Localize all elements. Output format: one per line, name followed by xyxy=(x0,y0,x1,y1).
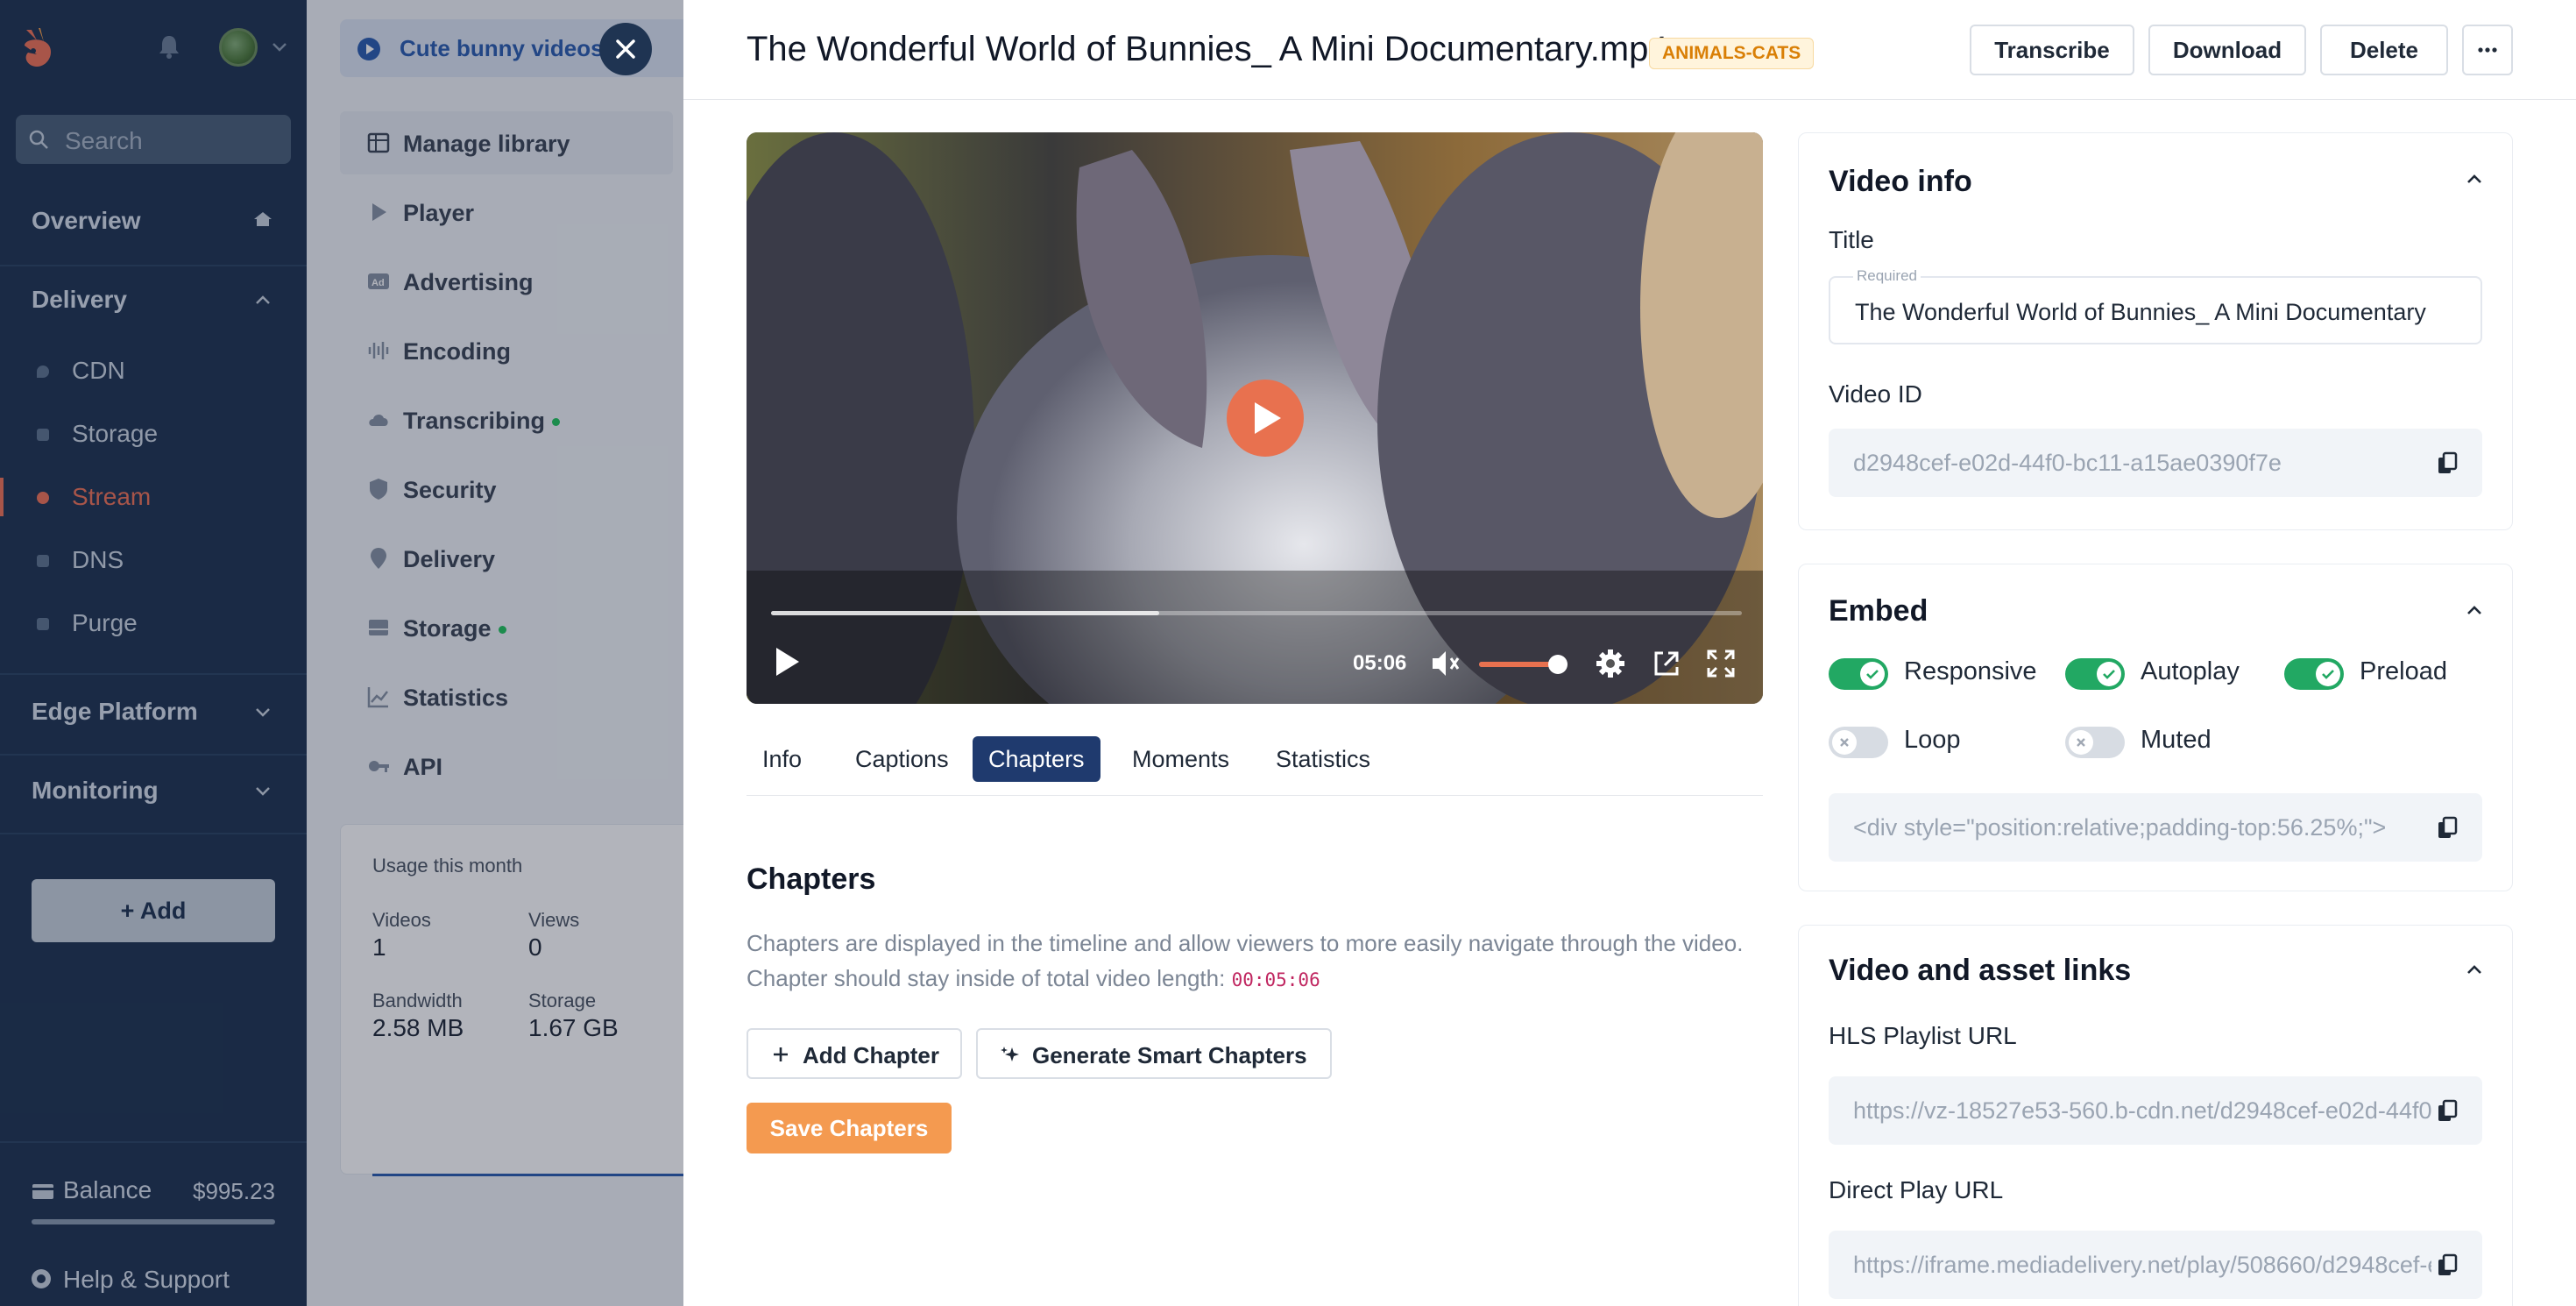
video-duration: 05:06 xyxy=(1353,651,1407,675)
loop-toggle[interactable] xyxy=(1829,727,1888,758)
generate-smart-chapters-label: Generate Smart Chapters xyxy=(1032,1042,1307,1068)
transcribe-button[interactable]: Transcribe xyxy=(1970,25,2134,75)
hls-url-field[interactable]: https://vz-18527e53-560.b-cdn.net/d2948c… xyxy=(1829,1076,2482,1145)
collection-tag[interactable]: ANIMALS-CATS xyxy=(1649,38,1815,69)
video-detail-panel: The Wonderful World of Bunnies_ A Mini D… xyxy=(683,0,2576,1306)
panel-header: The Wonderful World of Bunnies_ A Mini D… xyxy=(683,0,2576,100)
close-icon xyxy=(616,39,635,59)
video-tabs: Info Captions Chapters Moments Statistic… xyxy=(747,733,1763,796)
volume-slider[interactable] xyxy=(1479,655,1568,674)
copy-icon[interactable] xyxy=(2437,451,2458,476)
toggle-knob xyxy=(1832,730,1857,755)
volume-icon[interactable] xyxy=(1430,648,1463,679)
asset-links-card: Video and asset links HLS Playlist URL h… xyxy=(1798,925,2513,1306)
save-chapters-button[interactable]: Save Chapters xyxy=(747,1103,952,1153)
toggle-knob xyxy=(2097,662,2121,686)
copy-icon[interactable] xyxy=(2437,816,2458,841)
modal-backdrop[interactable] xyxy=(0,0,683,1306)
direct-play-url-field[interactable]: https://iframe.mediadelivery.net/play/50… xyxy=(1829,1231,2482,1299)
hls-url-label: HLS Playlist URL xyxy=(1829,1022,2017,1049)
toggle-knob xyxy=(1860,662,1885,686)
play-icon xyxy=(1255,402,1281,434)
sparkles-icon xyxy=(1001,1047,1019,1061)
check-icon xyxy=(1866,670,1879,679)
toggle-knob xyxy=(2316,662,2340,686)
seek-bar-progress xyxy=(771,611,1160,615)
loop-label: Loop xyxy=(1904,726,1961,754)
video-player[interactable]: 05:06 xyxy=(747,132,1763,704)
tab-statistics[interactable]: Statistics xyxy=(1260,736,1386,782)
chevron-up-icon[interactable] xyxy=(2463,601,2486,619)
chevron-up-icon[interactable] xyxy=(2463,170,2486,188)
copy-icon[interactable] xyxy=(2437,1253,2458,1278)
seek-bar[interactable] xyxy=(771,611,1742,615)
tab-info[interactable]: Info xyxy=(747,736,817,782)
asset-links-heading: Video and asset links xyxy=(1829,954,2132,987)
chapters-heading: Chapters xyxy=(747,862,876,896)
external-link-icon[interactable] xyxy=(1651,648,1682,679)
more-options-button[interactable] xyxy=(2462,25,2513,75)
check-icon xyxy=(2322,670,2334,679)
volume-slider-fill xyxy=(1479,662,1558,667)
chevron-up-icon[interactable] xyxy=(2463,961,2486,978)
x-icon xyxy=(2077,738,2085,747)
play-icon[interactable] xyxy=(773,644,803,679)
video-id-field[interactable]: d2948cef-e02d-44f0-bc11-a15ae0390f7e xyxy=(1829,429,2482,497)
video-id-label: Video ID xyxy=(1829,380,1922,408)
delete-button[interactable]: Delete xyxy=(2320,25,2448,75)
copy-icon[interactable] xyxy=(2437,1099,2458,1124)
plus-icon xyxy=(774,1047,788,1061)
tab-moments[interactable]: Moments xyxy=(1116,736,1245,782)
video-length-code: 00:05:06 xyxy=(1231,969,1320,990)
autoplay-label: Autoplay xyxy=(2141,657,2240,685)
video-info-card: Video info Title Required The Wonderful … xyxy=(1798,132,2513,530)
tab-captions[interactable]: Captions xyxy=(839,736,965,782)
title-label: Title xyxy=(1829,226,1874,253)
embed-card: Embed Responsive Autoplay Preload Loop M… xyxy=(1798,564,2513,891)
embed-code-field[interactable]: <div style="position:relative;padding-to… xyxy=(1829,793,2482,862)
direct-play-url-label: Direct Play URL xyxy=(1829,1176,2004,1203)
check-icon xyxy=(2103,670,2115,679)
autoplay-toggle[interactable] xyxy=(2065,658,2125,690)
add-chapter-button[interactable]: Add Chapter xyxy=(747,1028,962,1079)
tab-chapters[interactable]: Chapters xyxy=(973,736,1100,782)
gear-icon[interactable] xyxy=(1595,648,1626,679)
embed-code-value: <div style="position:relative;padding-to… xyxy=(1853,814,2387,841)
x-icon xyxy=(1840,738,1849,747)
fullscreen-icon[interactable] xyxy=(1705,648,1737,679)
muted-toggle[interactable] xyxy=(2065,727,2125,758)
chapters-description: Chapters are displayed in the timeline a… xyxy=(747,926,1763,997)
embed-heading: Embed xyxy=(1829,594,1928,628)
title-input[interactable]: Required The Wonderful World of Bunnies_… xyxy=(1829,267,2482,344)
responsive-toggle[interactable] xyxy=(1829,658,1888,690)
hls-url-value: https://vz-18527e53-560.b-cdn.net/d2948c… xyxy=(1853,1097,2431,1124)
video-info-heading: Video info xyxy=(1829,165,1972,198)
title-input-value: The Wonderful World of Bunnies_ A Mini D… xyxy=(1855,299,2426,325)
more-horizontal-icon xyxy=(2478,47,2497,53)
video-id-value: d2948cef-e02d-44f0-bc11-a15ae0390f7e xyxy=(1853,450,2282,476)
preload-toggle[interactable] xyxy=(2284,658,2344,690)
muted-label: Muted xyxy=(2141,726,2212,754)
responsive-label: Responsive xyxy=(1904,657,2037,685)
preload-label: Preload xyxy=(2360,657,2447,685)
direct-play-url-value: https://iframe.mediadelivery.net/play/50… xyxy=(1853,1252,2431,1278)
add-chapter-label: Add Chapter xyxy=(803,1042,939,1068)
download-button[interactable]: Download xyxy=(2148,25,2306,75)
volume-slider-handle[interactable] xyxy=(1548,655,1568,674)
video-title: The Wonderful World of Bunnies_ A Mini D… xyxy=(747,30,1668,68)
close-button[interactable] xyxy=(599,23,652,75)
big-play-button[interactable] xyxy=(1227,380,1304,457)
generate-smart-chapters-button[interactable]: Generate Smart Chapters xyxy=(976,1028,1332,1079)
toggle-knob xyxy=(2069,730,2093,755)
required-hint: Required xyxy=(1853,267,1921,285)
